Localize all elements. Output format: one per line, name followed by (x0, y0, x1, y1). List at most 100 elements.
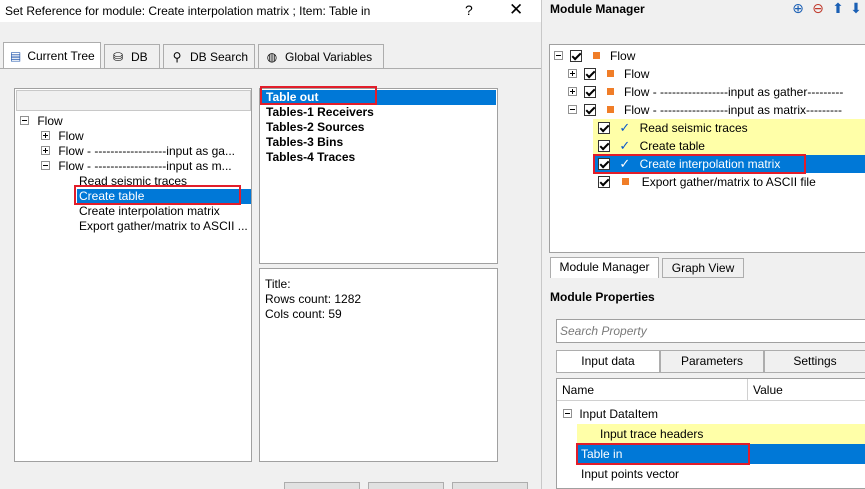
tree-node-label: Flow - -----------------input as gather-… (624, 85, 844, 99)
tab-db[interactable]: ⛁ DB (104, 44, 160, 69)
module-tree-root[interactable]: Flow (554, 47, 635, 65)
table-info-panel: Title: Rows count: 1282 Cols count: 59 (259, 268, 498, 462)
check-icon: ✓ (619, 138, 631, 153)
check-icon: ✓ (619, 120, 631, 135)
module-create-table[interactable]: ✓ Create table (598, 137, 705, 155)
dialog-title: Set Reference for module: Create interpo… (5, 4, 371, 18)
tab-label: DB Search (189, 50, 248, 64)
flow-tree-panel[interactable]: Flow Flow Flow - ------------------input… (14, 88, 252, 462)
module-export[interactable]: Export gather/matrix to ASCII file (598, 173, 816, 191)
checkbox[interactable] (598, 139, 610, 152)
move-down-icon[interactable]: ⬇ (848, 0, 864, 16)
list-item[interactable]: Tables-1 Receivers (266, 105, 374, 120)
tree-node-flow-matrix[interactable]: Flow - ------------------input as m... (41, 159, 232, 174)
tree-node-flow-gather[interactable]: Flow - ------------------input as ga... (41, 144, 235, 159)
tab-graph-view[interactable]: Graph View (662, 258, 744, 278)
dialog-button[interactable] (452, 482, 528, 489)
tab-parameters[interactable]: Parameters (660, 350, 764, 373)
module-label: Create table (639, 139, 705, 153)
tree-node-label: Flow (37, 114, 63, 128)
dialog-title-bar: Set Reference for module: Create interpo… (0, 0, 541, 22)
tab-label: Current Tree (27, 49, 95, 63)
tree-node-label: Flow (624, 67, 650, 81)
close-icon[interactable]: ✕ (509, 0, 523, 20)
tree-leaf-export[interactable]: Export gather/matrix to ASCII ... (79, 219, 248, 234)
tree-node-root[interactable]: Flow (20, 114, 63, 129)
annotation-box (593, 154, 806, 174)
property-grid[interactable]: Name Value Input DataItem Input trace he… (556, 378, 865, 489)
tab-settings[interactable]: Settings (764, 350, 865, 373)
info-title: Title: (265, 277, 291, 291)
tab-divider (0, 68, 541, 69)
checkbox[interactable] (598, 121, 610, 134)
dialog-button[interactable] (368, 482, 444, 489)
tree-header (16, 90, 251, 111)
list-item[interactable]: Tables-3 Bins (266, 135, 343, 150)
search-icon: ⚲ (172, 50, 182, 64)
collapse-icon[interactable] (554, 51, 563, 61)
column-header-name[interactable]: Name (557, 379, 748, 401)
tab-module-manager[interactable]: Module Manager (550, 257, 659, 278)
tree-node-label: Flow - -----------------input as matrix-… (624, 103, 842, 117)
checkbox[interactable] (584, 85, 597, 98)
collapse-icon[interactable] (20, 116, 29, 126)
module-read-seismic[interactable]: ✓ Read seismic traces (598, 119, 748, 137)
checkbox[interactable] (570, 49, 583, 62)
module-label: Read seismic traces (639, 121, 748, 135)
module-square-icon (606, 70, 614, 78)
module-square-icon (592, 52, 600, 60)
tables-list[interactable]: Table out Tables-1 Receivers Tables-2 So… (259, 88, 498, 264)
collapse-icon[interactable] (41, 161, 50, 171)
info-rows-count: Rows count: 1282 (265, 292, 362, 306)
annotation-box (576, 443, 750, 465)
list-item[interactable]: Tables-2 Sources (266, 120, 364, 135)
tab-input-data[interactable]: Input data (556, 350, 660, 373)
tree-node-flow-1[interactable]: Flow (41, 129, 84, 144)
checkbox[interactable] (598, 175, 610, 188)
expand-icon[interactable] (41, 146, 50, 156)
search-property-input[interactable]: Search Property (556, 319, 865, 343)
tab-label: Global Variables (285, 50, 373, 64)
module-tree-flow[interactable]: Flow (568, 65, 649, 83)
checkbox[interactable] (584, 103, 597, 116)
remove-module-icon[interactable]: ⊖ (810, 0, 826, 16)
list-item[interactable]: Tables-4 Traces (266, 150, 355, 165)
add-module-icon[interactable]: ⊕ (790, 0, 806, 16)
expand-icon[interactable] (568, 69, 577, 79)
set-reference-dialog: Set Reference for module: Create interpo… (0, 0, 541, 489)
module-properties-title: Module Properties (550, 290, 655, 304)
globe-icon: ◍ (266, 50, 278, 64)
tab-label: DB (131, 50, 148, 64)
dialog-button[interactable] (284, 482, 360, 489)
module-label: Export gather/matrix to ASCII file (641, 175, 816, 189)
collapse-icon[interactable] (563, 409, 572, 419)
module-tree-flow[interactable]: Flow - -----------------input as matrix-… (568, 101, 842, 119)
tree-leaf-create-interp[interactable]: Create interpolation matrix (79, 204, 220, 219)
annotation-box (260, 86, 377, 105)
tree-node-label: Flow (610, 49, 636, 63)
property-group-input-dataitem[interactable]: Input DataItem (563, 404, 658, 424)
move-up-icon[interactable]: ⬆ (830, 0, 846, 16)
tab-global-variables[interactable]: ◍ Global Variables (258, 44, 384, 69)
help-icon[interactable]: ? (465, 2, 473, 18)
collapse-icon[interactable] (568, 105, 577, 115)
info-cols-count: Cols count: 59 (265, 307, 342, 321)
checkbox[interactable] (584, 67, 597, 80)
module-square-icon (622, 178, 630, 186)
tree-node-label: Flow (58, 129, 84, 143)
property-input-points-vector[interactable]: Input points vector (581, 464, 679, 484)
module-square-icon (606, 88, 614, 96)
tab-db-search[interactable]: ⚲ DB Search (163, 44, 255, 69)
module-tree-flow[interactable]: Flow - -----------------input as gather-… (568, 83, 843, 101)
tree-node-label: Flow - ------------------input as m... (58, 159, 232, 173)
tab-current-tree[interactable]: ▤ Current Tree (3, 42, 101, 69)
module-tree[interactable]: Flow Flow Flow - -----------------input … (549, 44, 865, 253)
tree-icon: ▤ (10, 49, 22, 63)
expand-icon[interactable] (41, 131, 50, 141)
module-square-icon (606, 106, 614, 114)
annotation-box (74, 185, 241, 205)
module-manager-pane: Module Manager ⊕ ⊖ ⬆ ⬇ Flow Flow Flow - … (541, 0, 865, 489)
property-input-trace-headers[interactable]: Input trace headers (577, 424, 865, 444)
column-header-value[interactable]: Value (748, 379, 865, 401)
expand-icon[interactable] (568, 87, 577, 97)
